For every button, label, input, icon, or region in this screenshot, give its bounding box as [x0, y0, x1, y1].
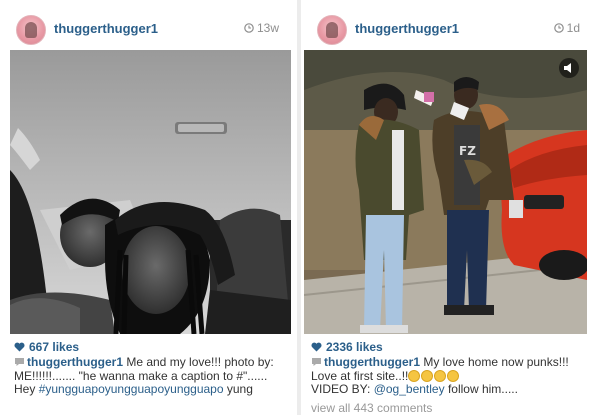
comment-icon: [15, 358, 24, 366]
post-caption: thuggerthugger1 Me and my love!!! photo …: [14, 355, 287, 397]
post-time: 13w: [244, 21, 279, 35]
post-time: 1d: [553, 21, 580, 35]
caption-hashtag[interactable]: #yungguapoyungguapoyungguapo: [39, 382, 224, 396]
crying-laughing-emoji: [447, 369, 460, 382]
like-count[interactable]: 667 likes: [14, 340, 79, 354]
caption-mention[interactable]: @og_bentley: [374, 382, 445, 396]
post-1: thuggerthugger1 13w 667 likes thuggerthu…: [0, 0, 297, 415]
crying-laughing-emoji: [408, 369, 421, 382]
post-caption: thuggerthugger1 My love home now punks!!…: [311, 355, 588, 397]
avatar[interactable]: [16, 15, 46, 45]
post-time-label: 1d: [566, 21, 580, 35]
heart-icon: [311, 342, 322, 352]
avatar[interactable]: [317, 15, 347, 45]
post-video[interactable]: FZ: [304, 50, 587, 334]
sound-icon[interactable]: [559, 58, 579, 78]
comment-icon: [312, 358, 321, 366]
post-header: thuggerthugger1 1d: [301, 10, 598, 50]
like-count-label: 667 likes: [29, 340, 80, 354]
clock-icon: [553, 23, 564, 33]
crying-laughing-emoji: [421, 369, 434, 382]
like-count[interactable]: 2336 likes: [311, 340, 383, 354]
post-username[interactable]: thuggerthugger1: [355, 21, 459, 36]
view-all-comments-link[interactable]: view all 443 comments: [311, 401, 432, 415]
post-header: thuggerthugger1 13w: [0, 10, 297, 50]
like-count-label: 2336 likes: [326, 340, 383, 354]
crying-laughing-emoji: [434, 369, 447, 382]
post-2: thuggerthugger1 1d FZ 2336 likes thugger…: [301, 0, 598, 415]
caption-username[interactable]: thuggerthugger1: [27, 355, 123, 369]
caption-username[interactable]: thuggerthugger1: [324, 355, 420, 369]
post-photo[interactable]: [10, 50, 291, 334]
car-selfie-image: [10, 50, 291, 334]
post-username[interactable]: thuggerthugger1: [54, 21, 158, 36]
clock-icon: [244, 23, 254, 33]
post-time-label: 13w: [256, 21, 279, 35]
caption-text-follow: follow him.....: [444, 382, 518, 396]
caption-tail: yung: [223, 382, 253, 396]
caption-text-video: VIDEO BY:: [311, 382, 374, 396]
outdoor-video-image: FZ: [304, 50, 587, 334]
svg-text:FZ: FZ: [459, 144, 476, 158]
heart-icon: [14, 342, 25, 352]
